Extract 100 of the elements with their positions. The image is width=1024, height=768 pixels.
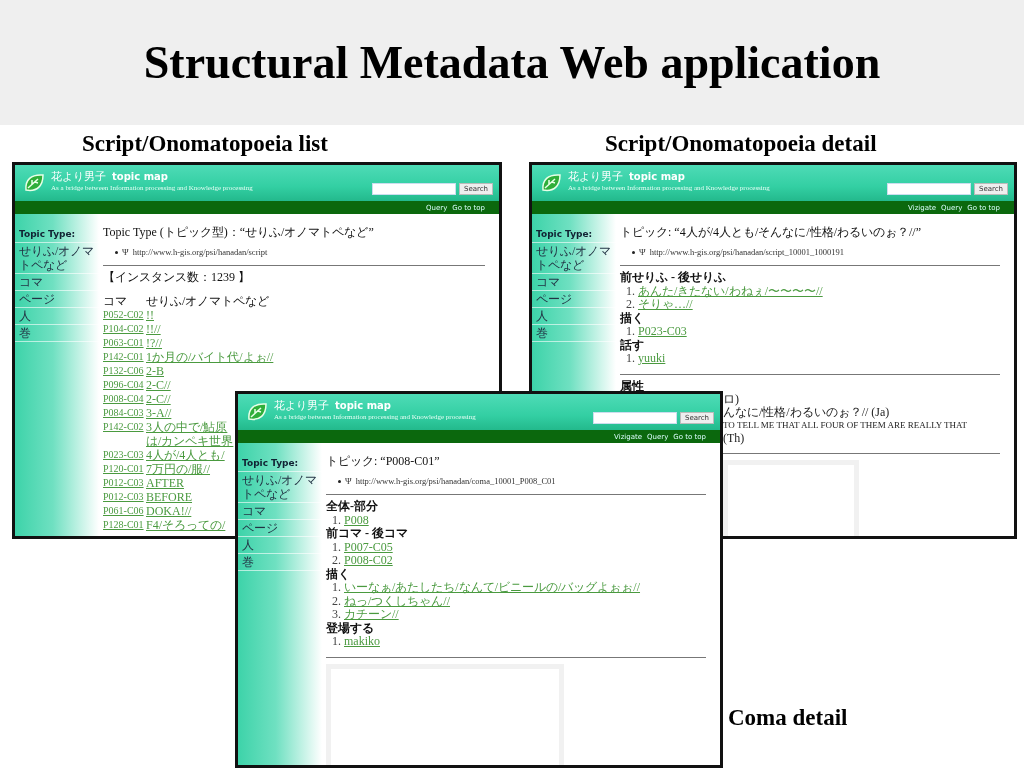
sidebar-item[interactable]: 人 bbox=[238, 537, 322, 554]
slide-title: Structural Metadata Web application bbox=[143, 36, 881, 89]
section-heading: 前せりふ - 後せりふ bbox=[620, 271, 727, 285]
list-number: 2. bbox=[332, 554, 341, 568]
sidebar-item[interactable]: コマ bbox=[238, 503, 322, 520]
item-link[interactable]: P007-C05 bbox=[344, 540, 393, 554]
section-heading: 話す bbox=[620, 338, 645, 352]
search-field[interactable] bbox=[592, 412, 677, 424]
list-number: 1. bbox=[332, 513, 341, 527]
sidebar-item[interactable]: せりふ/オノマトペなど bbox=[238, 472, 322, 503]
table-link[interactable]: !!// bbox=[146, 322, 161, 336]
column-header: コマ bbox=[103, 294, 127, 308]
list-number: 1. bbox=[626, 352, 635, 366]
table-link[interactable]: 3-A// bbox=[146, 406, 172, 420]
section-heading: 登場する bbox=[326, 621, 375, 635]
site-name: topic map bbox=[629, 171, 685, 182]
table-link[interactable]: P008-C04 bbox=[103, 392, 144, 406]
list-number: 1. bbox=[332, 581, 341, 595]
item-link[interactable]: P023-C03 bbox=[638, 325, 687, 339]
table-link[interactable]: 2-C// bbox=[146, 378, 171, 392]
sidebar-item[interactable]: 人 bbox=[532, 308, 616, 325]
table-link[interactable]: 2-C// bbox=[146, 392, 171, 406]
table-link[interactable]: BEFORE bbox=[146, 490, 192, 504]
sidebar-item[interactable]: コマ bbox=[15, 274, 99, 291]
uri-text: http://www.h-gis.org/psi/hanadan/coma_10001_P008_C01 bbox=[355, 476, 556, 486]
section-heading: 全体-部分 bbox=[326, 500, 379, 514]
table-link[interactable]: P142-C01 bbox=[103, 350, 144, 364]
table-link[interactable]: 2-B bbox=[146, 364, 164, 378]
slide-caption: Script/Onomatopoeia detail bbox=[605, 131, 877, 157]
table-link[interactable]: AFTER bbox=[146, 476, 184, 490]
table-link[interactable]: P052-C02 bbox=[103, 308, 144, 322]
site-title: 花より男子 bbox=[51, 170, 106, 183]
search-field[interactable] bbox=[371, 183, 456, 195]
sidebar-heading: Topic Type: bbox=[532, 226, 616, 243]
table-link[interactable]: P084-C03 bbox=[103, 406, 144, 420]
psi-symbol: Ψ bbox=[122, 247, 129, 257]
site-name: topic map bbox=[335, 400, 391, 411]
sidebar-item[interactable]: せりふ/オノマトペなど bbox=[532, 243, 616, 274]
table-link[interactable]: F4/そろっての/ bbox=[146, 518, 226, 532]
slide-caption: Coma detail bbox=[728, 705, 848, 731]
site-name: topic map bbox=[112, 171, 168, 182]
leaf-icon bbox=[540, 172, 562, 194]
sidebar-item[interactable]: ページ bbox=[15, 291, 99, 308]
instance-count: 【インスタンス数：1239 】 bbox=[103, 271, 251, 284]
item-link[interactable]: P008 bbox=[344, 513, 369, 527]
table-link[interactable]: 4人が/4人とも/ bbox=[146, 448, 225, 462]
list-number: 2. bbox=[332, 594, 341, 608]
sidebar-item[interactable]: 人 bbox=[15, 308, 99, 325]
bullet-icon bbox=[338, 479, 341, 483]
table-link[interactable]: P061-C06 bbox=[103, 504, 144, 518]
site-title: 花より男子 bbox=[568, 170, 623, 183]
section-heading: 属性 bbox=[620, 379, 645, 393]
item-link[interactable]: P008-C02 bbox=[344, 554, 393, 568]
sidebar-item[interactable]: 巻 bbox=[15, 325, 99, 342]
table-link[interactable]: 7万円の/服// bbox=[146, 462, 210, 476]
table-link[interactable]: P132-C06 bbox=[103, 364, 144, 378]
section-heading: 描く bbox=[326, 567, 351, 581]
search-field[interactable] bbox=[886, 183, 971, 195]
item-link[interactable]: あんた/きたない/わねぇ/〜〜〜〜// bbox=[638, 284, 823, 298]
item-link[interactable]: カチーン// bbox=[344, 608, 399, 622]
table-link[interactable]: P128-C01 bbox=[103, 518, 144, 532]
sidebar-item[interactable]: ページ bbox=[532, 291, 616, 308]
sidebar-item[interactable]: 巻 bbox=[532, 325, 616, 342]
bullet-icon bbox=[632, 250, 635, 254]
uri-text: http://www.h-gis.org/psi/hanadan/script_10001_1000191 bbox=[649, 247, 844, 257]
table-link[interactable]: P142-C02 bbox=[103, 420, 144, 434]
table-link[interactable]: 1か月の/バイト代/よぉ// bbox=[146, 350, 274, 364]
sidebar-item[interactable]: 巻 bbox=[238, 554, 322, 571]
table-link[interactable]: DOKA!// bbox=[146, 504, 192, 518]
table-link[interactable]: P104-C02 bbox=[103, 322, 144, 336]
table-link[interactable]: !! bbox=[146, 308, 154, 322]
sidebar-heading: Topic Type: bbox=[238, 455, 322, 472]
sidebar-item[interactable]: コマ bbox=[532, 274, 616, 291]
column-header: せりふ/オノマトペなど bbox=[146, 294, 270, 308]
list-number: 1. bbox=[626, 284, 635, 298]
bullet-icon bbox=[115, 250, 118, 254]
item-link[interactable]: ねっ/つくしちゃん// bbox=[344, 594, 450, 608]
list-number: 2. bbox=[626, 298, 635, 312]
table-link[interactable]: P063-C01 bbox=[103, 336, 144, 350]
table-link[interactable]: P012-C03 bbox=[103, 490, 144, 504]
table-link[interactable]: 3人の中で/鮎原 bbox=[146, 420, 228, 434]
table-link[interactable]: P096-C04 bbox=[103, 378, 144, 392]
item-link[interactable]: makiko bbox=[344, 635, 380, 649]
item-link[interactable]: そりゃ…// bbox=[638, 298, 693, 312]
table-link[interactable]: !?// bbox=[146, 336, 162, 350]
item-link[interactable]: yuuki bbox=[638, 352, 666, 366]
attribute-text: TO TELL ME THAT ALL FOUR OF THEM ARE REALLY THAT bbox=[723, 419, 968, 432]
topic-title: Topic Type (トピック型)：“せりふ/オノマトペなど” bbox=[103, 225, 375, 239]
sidebar-item[interactable]: ページ bbox=[238, 520, 322, 537]
list-number: 1. bbox=[332, 635, 341, 649]
section-heading: 前コマ - 後コマ bbox=[326, 527, 409, 541]
psi-symbol: Ψ bbox=[639, 247, 646, 257]
attribute-text: んなに/性格/わるいのぉ？// (Ja) bbox=[723, 406, 890, 419]
table-link[interactable]: は/カンペキ世界 bbox=[146, 434, 234, 448]
item-link[interactable]: いーなぁ/あたしたち/なんて/ビニールの/バッグよぉぉ// bbox=[344, 581, 640, 595]
table-link[interactable]: P120-C01 bbox=[103, 462, 144, 476]
table-link[interactable]: P023-C03 bbox=[103, 448, 144, 462]
sidebar-item[interactable]: せりふ/オノマトペなど bbox=[15, 243, 99, 274]
leaf-icon bbox=[246, 401, 268, 423]
table-link[interactable]: P012-C03 bbox=[103, 476, 144, 490]
